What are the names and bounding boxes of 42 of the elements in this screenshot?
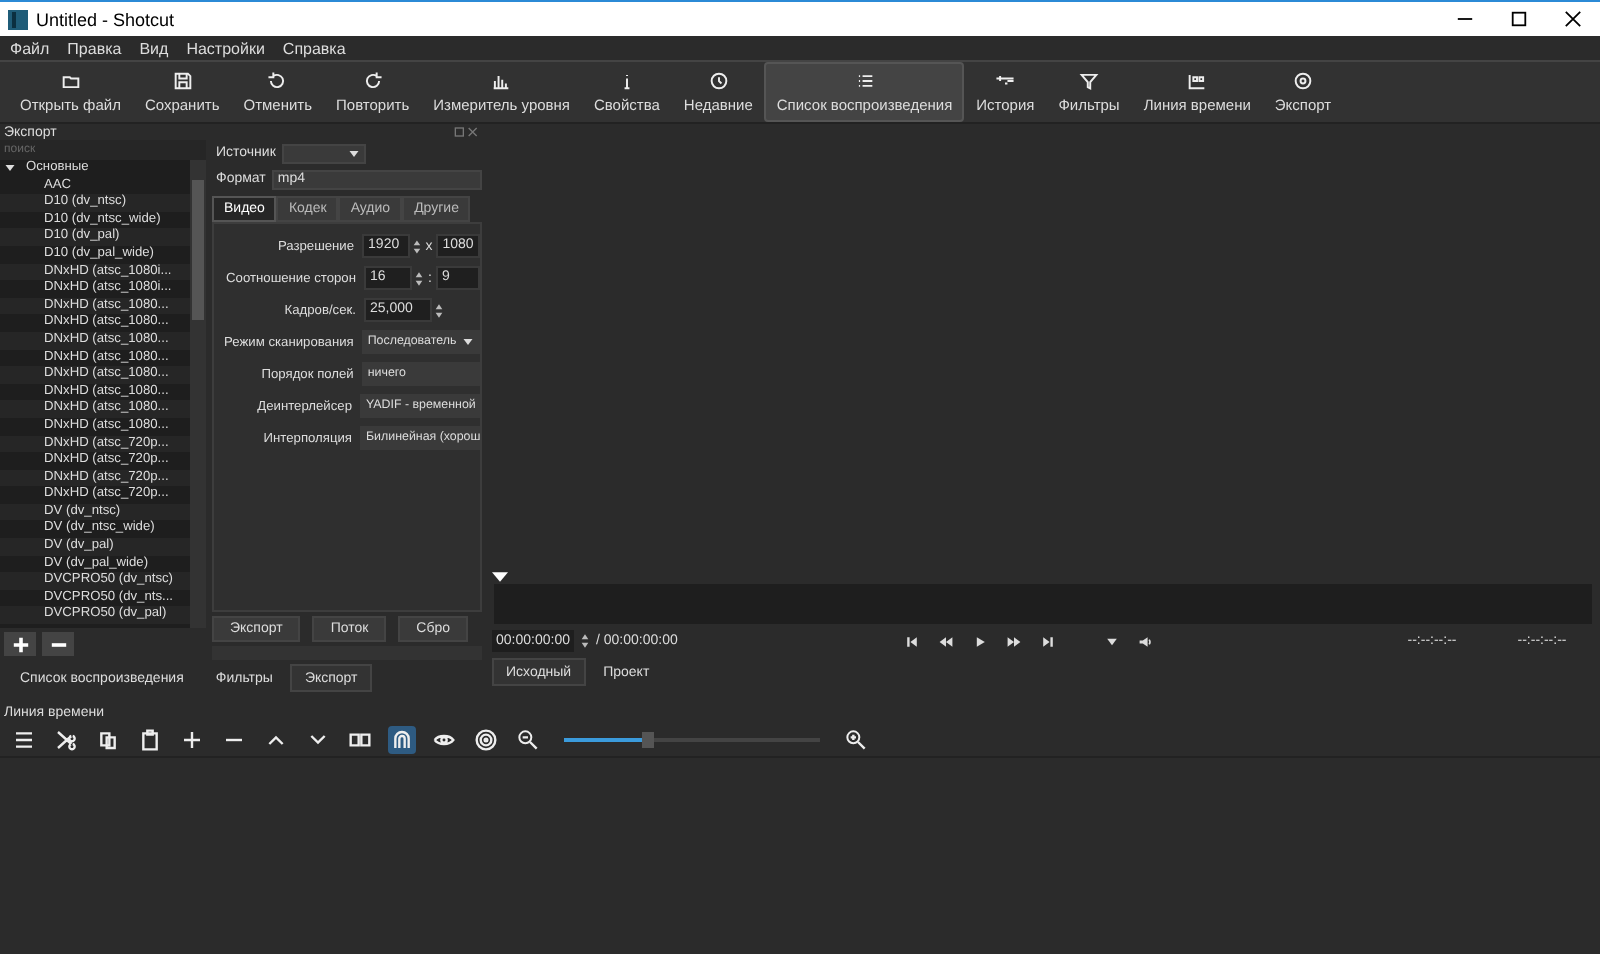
skip-end-icon[interactable] — [1039, 633, 1056, 649]
skip-start-icon[interactable] — [903, 633, 920, 649]
zoom-in-icon[interactable] — [842, 725, 870, 753]
target-icon[interactable] — [472, 725, 500, 753]
spin-arrows-icon[interactable] — [411, 235, 422, 257]
filter-icon — [1078, 70, 1101, 92]
scrollbar[interactable] — [190, 160, 206, 628]
rewind-icon[interactable] — [937, 633, 954, 649]
caret-down-icon — [347, 147, 360, 159]
expand-caret-icon[interactable] — [4, 162, 16, 175]
zoom-out-icon[interactable] — [514, 725, 542, 753]
timeline-icon — [1186, 70, 1209, 92]
window-title: Untitled - Shotcut — [36, 9, 175, 29]
caret-down-icon[interactable] — [1103, 633, 1120, 649]
add-button[interactable] — [4, 632, 36, 656]
scissors-icon[interactable] — [52, 725, 80, 753]
redo-icon — [361, 70, 384, 92]
list-icon — [853, 70, 876, 92]
spin-arrows-icon[interactable] — [579, 630, 590, 652]
plus-icon — [11, 635, 29, 653]
menu-item[interactable]: Настройки — [186, 39, 265, 57]
spin-arrows-icon[interactable] — [434, 299, 444, 321]
dock-buttons-icon[interactable] — [454, 126, 478, 138]
app-logo-icon — [8, 9, 28, 29]
menu-item[interactable]: Файл — [10, 39, 50, 57]
fast-forward-icon[interactable] — [1005, 633, 1022, 649]
maximize-icon[interactable] — [1510, 10, 1528, 28]
magnet-icon[interactable] — [388, 725, 416, 753]
play-icon[interactable] — [971, 633, 988, 649]
caret-down-icon — [462, 336, 474, 348]
clock-icon — [707, 70, 730, 92]
folder-icon — [59, 70, 82, 92]
menu-item[interactable]: Справка — [282, 39, 346, 57]
remove-button[interactable] — [42, 632, 74, 656]
bar-meter-icon — [490, 70, 513, 92]
undo-icon — [266, 70, 289, 92]
menu-item[interactable]: Правка — [67, 39, 122, 57]
spin-arrows-icon[interactable] — [414, 267, 424, 289]
volume-icon[interactable] — [1137, 633, 1154, 649]
menu-item[interactable]: Вид — [139, 39, 169, 57]
clipboard-icon[interactable] — [136, 725, 164, 753]
close-icon[interactable] — [1564, 10, 1582, 28]
